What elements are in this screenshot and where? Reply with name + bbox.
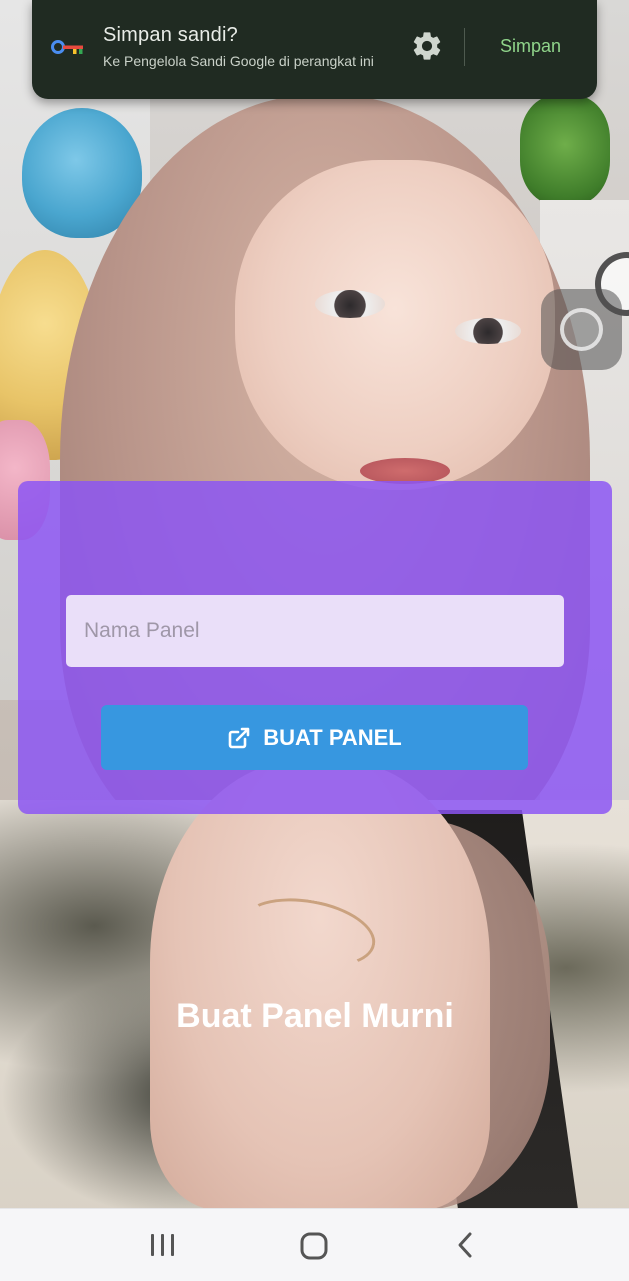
save-password-button[interactable]: Simpan (484, 25, 577, 67)
create-panel-label: BUAT PANEL (263, 724, 402, 750)
plant (520, 95, 610, 205)
person-arm (150, 760, 490, 1208)
home-button[interactable] (292, 1226, 336, 1266)
gear-icon[interactable] (410, 29, 444, 63)
back-icon (444, 1226, 488, 1266)
prompt-subtitle: Ke Pengelola Sandi Google di perangkat i… (103, 53, 374, 69)
home-icon (292, 1226, 336, 1266)
external-link-icon (227, 726, 251, 750)
create-panel-card: Buat Panel Murni BUAT PANEL (18, 481, 612, 1035)
assistive-touch-button[interactable] (541, 289, 622, 370)
person-eye-left (315, 290, 385, 318)
create-panel-button[interactable]: BUAT PANEL (101, 705, 528, 770)
person-eye-right (455, 318, 521, 344)
panel-name-input[interactable] (66, 595, 564, 667)
recents-icon (141, 1226, 185, 1266)
navigation-bar (0, 1208, 629, 1281)
back-button[interactable] (444, 1226, 488, 1266)
assistive-touch-ring-icon (560, 308, 603, 351)
prompt-divider (464, 28, 465, 66)
save-password-prompt: Simpan sandi? Ke Pengelola Sandi Google … (32, 0, 597, 99)
prompt-title: Simpan sandi? (103, 24, 238, 46)
card-title: Buat Panel Murni (176, 997, 454, 1035)
password-key-icon (51, 37, 85, 57)
recents-button[interactable] (141, 1226, 185, 1266)
